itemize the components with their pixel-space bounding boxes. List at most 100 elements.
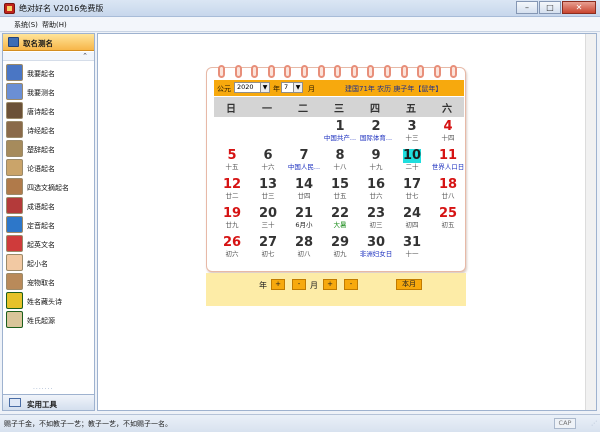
nav-item-icon xyxy=(6,140,23,157)
day-cell[interactable]: 22 大暑 xyxy=(322,207,358,233)
sidebar-header[interactable]: 取名测名 xyxy=(3,34,94,51)
weekday-label: 日 xyxy=(226,104,236,115)
day-cell[interactable]: 8 十八 xyxy=(322,149,358,175)
nav-item-icon xyxy=(6,102,23,119)
sidebar-item[interactable]: 成语起名 xyxy=(6,197,93,215)
day-cell[interactable]: 20 三十 xyxy=(250,207,286,233)
day-cell[interactable]: 6 十六 xyxy=(250,149,286,175)
chevron-down-icon[interactable]: ▼ xyxy=(260,83,269,92)
this-month-button[interactable]: 本月 xyxy=(396,279,422,290)
sidebar-collapse-bar[interactable]: ⌃ xyxy=(3,52,94,61)
chevron-up-icon[interactable]: ⌃ xyxy=(82,52,88,60)
lunar-label: 三十 xyxy=(261,221,275,229)
day-number: 25 xyxy=(438,206,458,221)
day-cell[interactable]: 28 初八 xyxy=(286,236,322,262)
sidebar-item[interactable]: 姓名藏头诗 xyxy=(6,292,93,310)
day-number: 19 xyxy=(222,206,242,221)
day-cell[interactable]: 12 廿二 xyxy=(214,178,250,204)
sidebar-item[interactable]: 宠物取名 xyxy=(6,273,93,291)
day-cell[interactable]: 21 6月小 xyxy=(286,207,322,233)
lunar-label: 大暑 xyxy=(333,221,347,229)
year-minus-button[interactable]: - xyxy=(292,279,306,290)
nav-item-icon xyxy=(6,311,23,328)
binder-ring xyxy=(417,65,425,78)
day-number: 23 xyxy=(366,206,386,221)
day-number: 4 xyxy=(443,119,453,134)
binder-ring xyxy=(400,65,408,78)
day-cell[interactable]: 18 廿八 xyxy=(430,178,466,204)
day-cell[interactable]: 23 初三 xyxy=(358,207,394,233)
sidebar: 取名测名 ⌃ 我要起名 我要测名 唐诗起名诗经起名楚辞起名论语起名四选文摘起名 成语起… xyxy=(2,33,95,411)
sidebar-item[interactable]: 四选文摘起名 xyxy=(6,178,93,196)
maximize-button[interactable]: □ xyxy=(539,1,561,14)
sidebar-item[interactable]: 我要测名 xyxy=(6,83,93,101)
day-cell[interactable]: 15 廿五 xyxy=(322,178,358,204)
day-cell[interactable]: 2 国际体育... xyxy=(358,120,394,146)
day-cell[interactable]: 5 十五 xyxy=(214,149,250,175)
binder-ring xyxy=(267,65,275,78)
day-cell[interactable]: 3 十三 xyxy=(394,120,430,146)
nav-item-icon xyxy=(6,273,23,290)
day-number: 6 xyxy=(263,148,273,163)
weekday-label: 一 xyxy=(262,104,272,115)
day-number: 27 xyxy=(258,235,278,250)
sidebar-item[interactable]: 起小名 xyxy=(6,254,93,272)
weekday-row: 日一二三四五六 xyxy=(214,97,464,117)
sidebar-item[interactable]: 起英文名 xyxy=(6,235,93,253)
sidebar-item-label: 诗经起名 xyxy=(27,127,55,135)
sidebar-item[interactable]: 楚辞起名 xyxy=(6,140,93,158)
binder-ring xyxy=(284,65,292,78)
sidebar-item[interactable]: 姓氏起源 xyxy=(6,311,93,329)
sidebar-footer-tools[interactable]: 实用工具 xyxy=(3,394,94,410)
menu-bar: 系统(S) 帮助(H) xyxy=(0,17,600,32)
day-cell[interactable]: 4 十四 xyxy=(430,120,466,146)
menu-system[interactable]: 系统(S) xyxy=(14,20,38,30)
month-plus-button[interactable]: + xyxy=(323,279,337,290)
day-cell[interactable]: 16 廿六 xyxy=(358,178,394,204)
month-minus-button[interactable]: - xyxy=(344,279,358,290)
day-cell[interactable]: 1 中国共产... xyxy=(322,120,358,146)
month-select[interactable]: 7 ▼ xyxy=(281,82,303,93)
day-cell[interactable]: 30 非洲妇女日 xyxy=(358,236,394,262)
sidebar-item-label: 论语起名 xyxy=(27,165,55,173)
day-cell[interactable]: 29 初九 xyxy=(322,236,358,262)
sidebar-item[interactable]: 论语起名 xyxy=(6,159,93,177)
day-cell[interactable]: 14 廿四 xyxy=(286,178,322,204)
day-cell[interactable]: 9 十九 xyxy=(358,149,394,175)
lunar-label: 中国共产... xyxy=(323,134,357,142)
resize-grip-icon[interactable]: ⋰ xyxy=(591,420,597,427)
day-cell[interactable]: 11 世界人口日 xyxy=(430,149,466,175)
chevron-down-icon[interactable]: ▼ xyxy=(293,83,302,92)
day-cell[interactable]: 24 初四 xyxy=(394,207,430,233)
binder-ring xyxy=(251,65,259,78)
menu-help[interactable]: 帮助(H) xyxy=(42,20,67,30)
weekday-label: 五 xyxy=(406,104,416,115)
sidebar-splitter-grip[interactable]: ······· xyxy=(33,386,53,393)
year-plus-button[interactable]: + xyxy=(271,279,285,290)
day-number: 3 xyxy=(407,119,417,134)
sidebar-item[interactable]: 唐诗起名 xyxy=(6,102,93,120)
lunar-label: 十六 xyxy=(261,163,275,171)
binder-ring xyxy=(350,65,358,78)
day-cell[interactable]: 25 初五 xyxy=(430,207,466,233)
minimize-button[interactable]: – xyxy=(516,1,538,14)
day-cell[interactable]: 17 廿七 xyxy=(394,178,430,204)
year-select[interactable]: 2020 ▼ xyxy=(234,82,270,93)
day-number: 7 xyxy=(299,148,309,163)
sidebar-item[interactable]: 诗经起名 xyxy=(6,121,93,139)
day-cell-today[interactable]: 10 二十 xyxy=(394,149,430,175)
sidebar-item[interactable]: 定音起名 xyxy=(6,216,93,234)
nav-item-icon xyxy=(6,159,23,176)
content-scrollbar[interactable] xyxy=(585,34,596,410)
lunar-label: 廿四 xyxy=(297,192,311,200)
day-cell[interactable]: 26 初六 xyxy=(214,236,250,262)
day-cell[interactable]: 7 中国人民... xyxy=(286,149,322,175)
day-cell[interactable]: 19 廿九 xyxy=(214,207,250,233)
day-cell[interactable]: 13 廿三 xyxy=(250,178,286,204)
day-cell[interactable]: 27 初七 xyxy=(250,236,286,262)
day-cell[interactable]: 31 十一 xyxy=(394,236,430,262)
close-button[interactable]: ✕ xyxy=(562,1,596,14)
binder-ring xyxy=(450,65,458,78)
sidebar-item[interactable]: 我要起名 xyxy=(6,64,93,82)
day-number: 10 xyxy=(403,148,422,163)
